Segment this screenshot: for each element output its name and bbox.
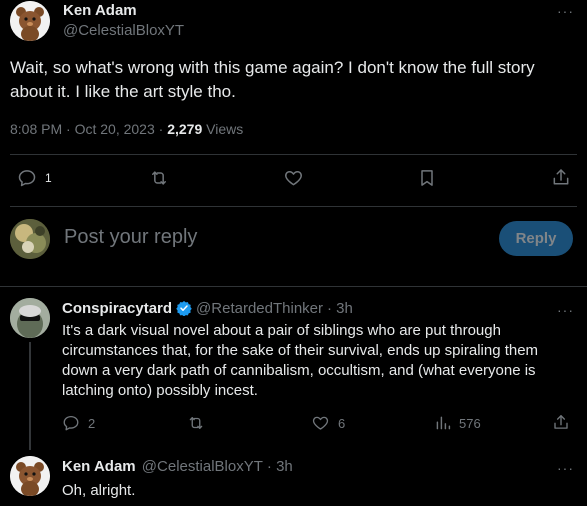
tweet-time[interactable]: 8:08 PM (10, 121, 62, 137)
retweet-icon (186, 414, 206, 432)
tweet-text: Wait, so what's wrong with this game aga… (10, 58, 535, 101)
reply-submit-button[interactable]: Reply (499, 221, 573, 256)
bookmark-button[interactable] (417, 168, 437, 188)
more-icon[interactable]: ··· (557, 302, 574, 318)
views-button[interactable]: 576 (435, 414, 481, 432)
reply-count: 2 (88, 415, 96, 431)
user-avatar-icon (10, 219, 50, 259)
reply-thread-line (29, 342, 31, 450)
reply-button[interactable]: 1 (17, 168, 52, 188)
like-button[interactable] (283, 168, 304, 188)
reply-compose-input[interactable]: Post your reply (64, 226, 484, 249)
views-label: Views (202, 121, 244, 137)
share-button[interactable] (552, 413, 570, 432)
reply-time[interactable]: · 3h (327, 300, 353, 317)
share-button[interactable] (551, 167, 571, 188)
views-count: 576 (459, 415, 481, 431)
like-count: 6 (338, 415, 346, 431)
reply-author-name[interactable]: Ken Adam (62, 458, 136, 475)
reply-author-avatar[interactable] (10, 456, 50, 496)
retweet-icon (148, 168, 170, 188)
heart-icon (283, 168, 304, 188)
views-icon (435, 414, 451, 432)
verified-badge-icon (176, 300, 192, 320)
like-button[interactable]: 6 (311, 414, 345, 432)
reply-icon (17, 168, 37, 188)
current-user-avatar[interactable] (10, 219, 50, 259)
author-handle[interactable]: @CelestialBloxYT (63, 22, 184, 39)
meta-separator: · (154, 121, 168, 137)
bear-avatar-icon (10, 1, 50, 41)
reply-count: 1 (45, 171, 52, 185)
divider (0, 286, 587, 287)
author-name[interactable]: Ken Adam (63, 2, 137, 19)
retweet-button[interactable] (186, 414, 206, 432)
reply-button[interactable]: 2 (62, 414, 95, 432)
divider (10, 206, 577, 207)
views-count: 2,279 (167, 121, 203, 137)
retweet-button[interactable] (148, 168, 170, 188)
user-avatar-icon (10, 298, 50, 338)
reply-header: Conspiracytard @RetardedThinker · 3h (62, 300, 353, 320)
share-icon (551, 167, 571, 188)
reply-author-name[interactable]: Conspiracytard (62, 300, 172, 317)
reply-text: It's a dark visual novel about a pair of… (62, 322, 539, 399)
more-icon[interactable]: ··· (557, 3, 574, 19)
tweet-date[interactable]: Oct 20, 2023 (75, 121, 155, 137)
reply-author-handle[interactable]: @CelestialBloxYT (142, 458, 263, 475)
author-avatar[interactable] (10, 1, 50, 41)
share-icon (552, 413, 570, 432)
bookmark-icon (417, 168, 437, 188)
reply-icon (62, 414, 80, 432)
divider (10, 154, 577, 155)
reply-author-avatar[interactable] (10, 298, 50, 338)
more-icon[interactable]: ··· (557, 460, 574, 476)
bear-avatar-icon (10, 456, 50, 496)
reply-time[interactable]: · 3h (267, 458, 293, 475)
reply-text: Oh, alright. (62, 482, 136, 499)
reply-author-handle[interactable]: @RetardedThinker (196, 300, 323, 317)
heart-icon (311, 414, 330, 432)
meta-separator: · (62, 121, 75, 137)
reply-header: Ken Adam @CelestialBloxYT · 3h (62, 458, 293, 475)
tweet-metadata: 8:08 PM · Oct 20, 2023 · 2,279 Views (10, 121, 243, 137)
